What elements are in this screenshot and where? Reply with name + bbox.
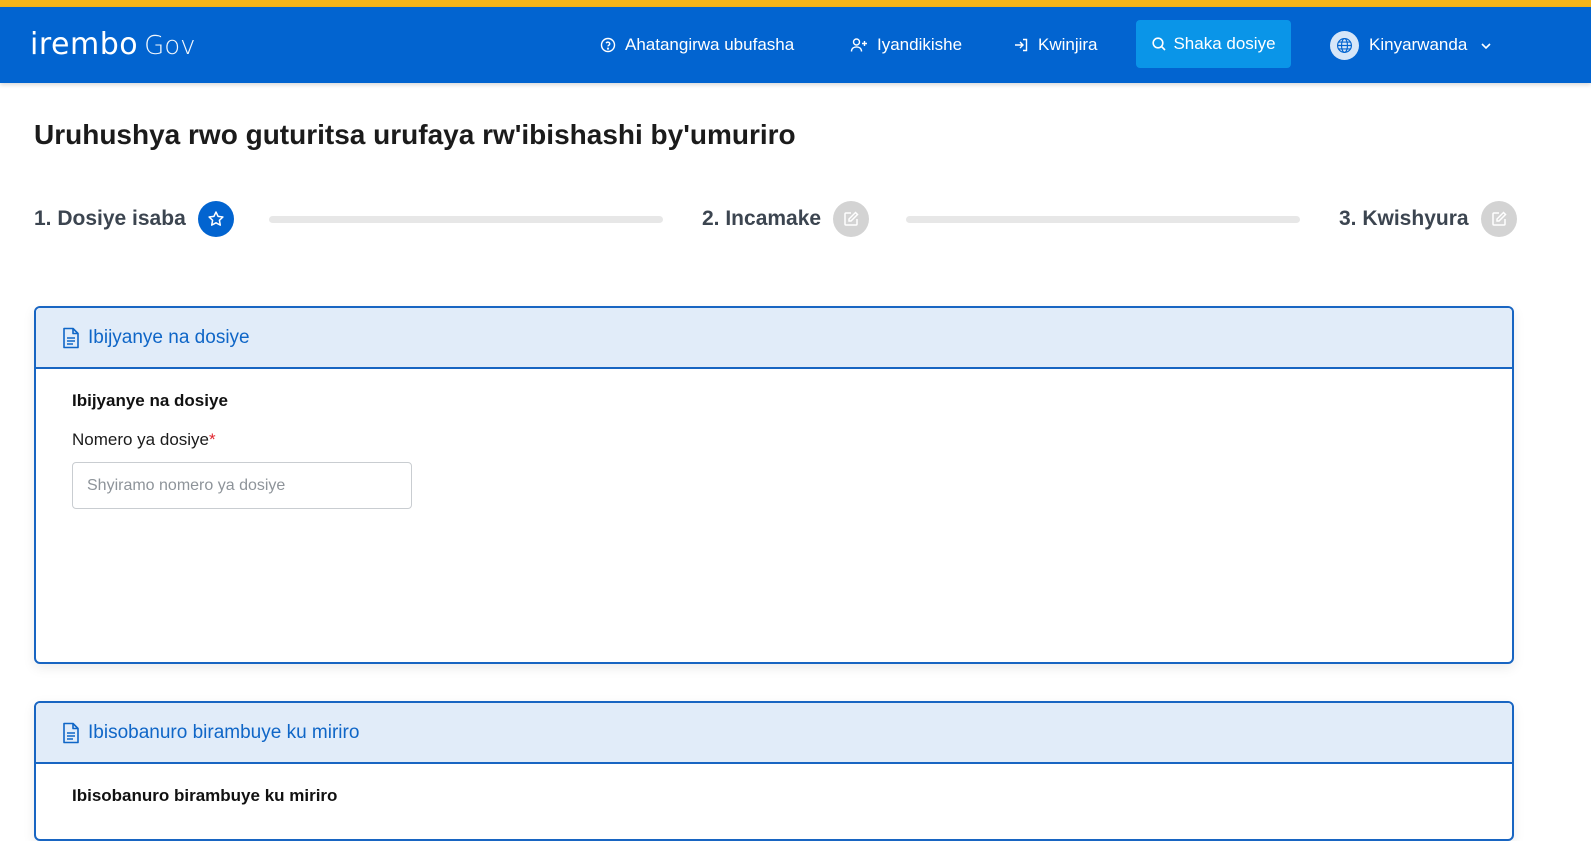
- globe-icon: [1330, 30, 1359, 60]
- nav-login-link[interactable]: Kwinjira: [1013, 7, 1098, 83]
- chevron-down-icon: [1481, 43, 1491, 50]
- star-icon: [197, 201, 234, 237]
- dossier-number-input[interactable]: [72, 462, 412, 509]
- step-summary: 2. Incamake: [702, 200, 870, 238]
- login-arrow-icon: [1015, 38, 1028, 52]
- search-icon: [1152, 37, 1167, 51]
- required-marker: *: [209, 430, 216, 449]
- step-3-label: 3. Kwishyura: [1339, 207, 1469, 230]
- top-navbar: irembo Gov Ahatangirwa ubufasha Iyandiki…: [0, 7, 1591, 83]
- search-dossier-button[interactable]: Shaka dosiye: [1136, 20, 1291, 68]
- nav-help-link[interactable]: Ahatangirwa ubufasha: [600, 7, 794, 83]
- fireworks-details-card-body: Ibisobanuro birambuye ku miriro: [36, 764, 1512, 806]
- nav-register-link[interactable]: Iyandikishe: [850, 7, 962, 83]
- fireworks-details-card-header: Ibisobanuro birambuye ku miriro: [36, 703, 1512, 764]
- page-title: Uruhushya rwo guturitsa urufaya rw'ibish…: [34, 119, 796, 150]
- step-application: 1. Dosiye isaba: [34, 200, 234, 238]
- step-2-label: 2. Incamake: [702, 207, 822, 230]
- irembo-gov-logo[interactable]: irembo Gov: [30, 27, 196, 62]
- search-dossier-label: Shaka dosiye: [1173, 34, 1276, 53]
- step-1-label: 1. Dosiye isaba: [34, 207, 186, 230]
- user-plus-icon: [850, 38, 867, 52]
- logo-sub-text: Gov: [144, 31, 196, 61]
- top-accent-strip: [0, 0, 1591, 7]
- dossier-info-section-title: Ibijyanye na dosiye: [72, 391, 228, 410]
- dossier-number-label-text: Nomero ya dosiye: [72, 430, 210, 449]
- language-selector[interactable]: Kinyarwanda: [1330, 7, 1493, 83]
- dossier-info-card-title: Ibijyanye na dosiye: [88, 326, 250, 348]
- dossier-number-label: Nomero ya dosiye*: [72, 430, 1512, 450]
- nav-login-label: Kwinjira: [1038, 35, 1098, 54]
- document-icon: [63, 327, 79, 348]
- help-circle-icon: [600, 37, 616, 53]
- fireworks-details-section-title: Ibisobanuro birambuye ku miriro: [72, 786, 338, 805]
- dossier-info-card-header: Ibijyanye na dosiye: [36, 308, 1512, 369]
- dossier-info-card: Ibijyanye na dosiye Ibijyanye na dosiye …: [34, 306, 1514, 664]
- document-icon: [63, 722, 79, 743]
- edit-icon: [1480, 201, 1517, 237]
- language-label: Kinyarwanda: [1369, 35, 1468, 54]
- step-progress-line-1: [269, 216, 663, 223]
- nav-help-label: Ahatangirwa ubufasha: [625, 35, 795, 54]
- dossier-info-card-body: Ibijyanye na dosiye Nomero ya dosiye*: [36, 369, 1512, 509]
- nav-register-label: Iyandikishe: [877, 35, 963, 54]
- logo-main-text: irembo: [30, 27, 139, 62]
- edit-icon: [833, 201, 870, 237]
- step-payment: 3. Kwishyura: [1339, 200, 1517, 238]
- fireworks-details-card-title: Ibisobanuro birambuye ku miriro: [88, 721, 360, 743]
- step-progress-line-2: [906, 216, 1300, 223]
- fireworks-details-card: Ibisobanuro birambuye ku miriro Ibisoban…: [34, 701, 1514, 841]
